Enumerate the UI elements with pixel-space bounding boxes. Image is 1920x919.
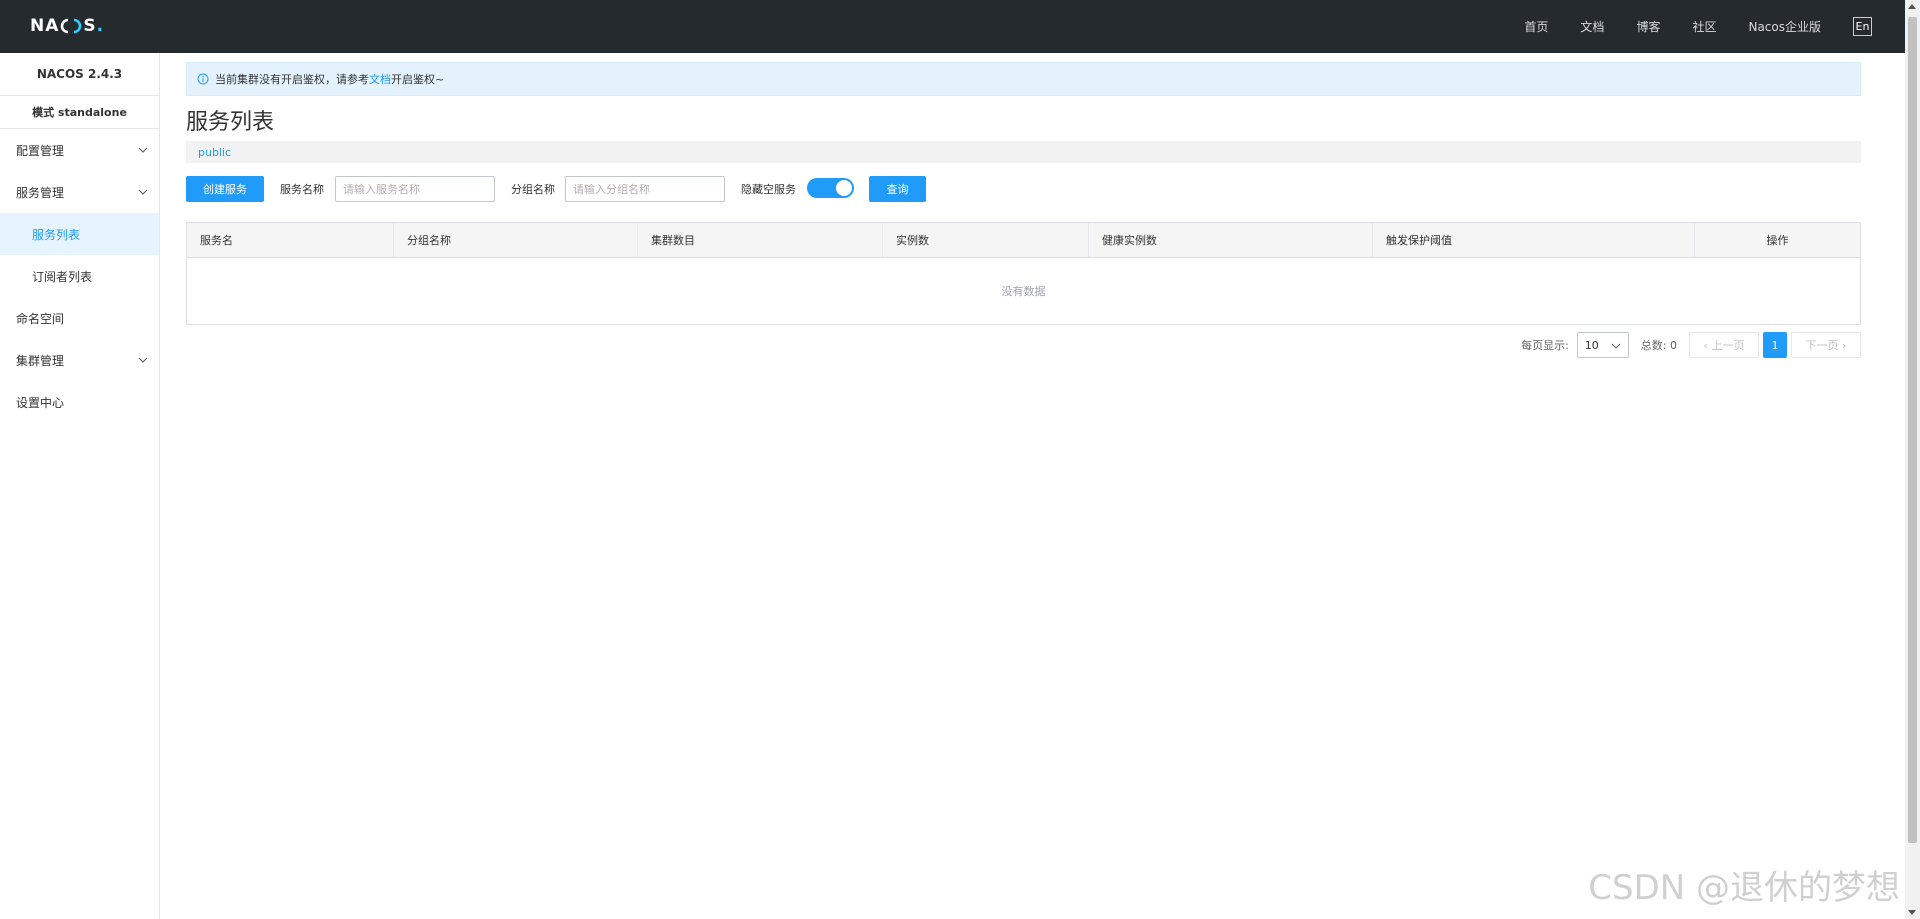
scrollbar-thumb[interactable] [1908, 17, 1917, 843]
sidebar-item-label: 设置中心 [16, 395, 65, 410]
column-header-protect-threshold[interactable]: 触发保护阈值 [1373, 223, 1695, 257]
prev-page-button[interactable]: ‹ 上一页 [1689, 332, 1759, 358]
filter-bar: 创建服务 服务名称 分组名称 隐藏空服务 查询 [186, 176, 1861, 202]
service-table: 服务名 分组名称 集群数目 实例数 健康实例数 触发保护阈值 操作 没有数据 [186, 222, 1861, 325]
scroll-down-arrow-icon[interactable] [1908, 910, 1916, 915]
watermark: CSDN @退休的梦想 [1588, 868, 1900, 908]
chevron-left-icon: ‹ [1703, 338, 1712, 352]
notice-text-suffix: 开启鉴权~ [391, 73, 445, 86]
group-name-input[interactable] [565, 176, 725, 202]
column-header-group-name[interactable]: 分组名称 [394, 223, 638, 257]
per-page-label: 每页显示: [1521, 339, 1569, 352]
language-switch-button[interactable]: En [1853, 17, 1872, 36]
logo-co-mark [61, 18, 82, 34]
pagination: 每页显示: 10 总数: 0 ‹ 上一页 1 下一页 › [1521, 332, 1861, 358]
logo-na: NA [30, 16, 60, 36]
notice-text-prefix: 当前集群没有开启鉴权，请参考 [215, 73, 369, 86]
hide-empty-services-label: 隐藏空服务 [741, 183, 796, 196]
chevron-down-icon [138, 147, 148, 153]
total-count: 总数: 0 [1640, 339, 1677, 352]
scroll-up-arrow-icon[interactable] [1908, 4, 1916, 9]
sidebar-item-config-management[interactable]: 配置管理 [0, 129, 159, 171]
sidebar-item-cluster-management[interactable]: 集群管理 [0, 339, 159, 381]
notice-docs-link[interactable]: 文档 [369, 71, 391, 87]
service-name-input[interactable] [335, 176, 495, 202]
sidebar-mode: 模式 standalone [0, 96, 159, 129]
nav-enterprise[interactable]: Nacos企业版 [1748, 18, 1821, 35]
next-page-button[interactable]: 下一页 › [1791, 332, 1861, 358]
logo-s: S [83, 16, 97, 36]
sidebar-item-subscriber-list[interactable]: 订阅者列表 [0, 255, 159, 297]
next-page-label: 下一页 [1805, 339, 1839, 352]
page-scrollbar[interactable] [1905, 0, 1920, 919]
column-header-healthy-instance-count[interactable]: 健康实例数 [1089, 223, 1373, 257]
auth-notice: 当前集群没有开启鉴权，请参考 文档 开启鉴权~ [186, 62, 1861, 96]
namespace-bar: public [186, 141, 1861, 163]
hide-empty-services-toggle[interactable] [807, 178, 854, 198]
service-name-label: 服务名称 [280, 183, 324, 196]
column-header-actions: 操作 [1766, 234, 1789, 247]
nav-docs[interactable]: 文档 [1580, 18, 1604, 35]
info-icon [197, 73, 209, 85]
sidebar-item-settings-center[interactable]: 设置中心 [0, 381, 159, 423]
nacos-logo[interactable]: NA S. [30, 15, 104, 37]
chevron-down-icon [138, 189, 148, 195]
sidebar-item-label: 命名空间 [16, 311, 65, 326]
prev-page-label: 上一页 [1711, 339, 1745, 352]
toggle-knob [836, 180, 852, 196]
sidebar: NACOS 2.4.3 模式 standalone 配置管理 服务管理 服务列表… [0, 53, 160, 919]
sidebar-item-service-list[interactable]: 服务列表 [0, 213, 159, 255]
table-empty-state: 没有数据 [1001, 285, 1046, 298]
table-header: 服务名 分组名称 集群数目 实例数 健康实例数 触发保护阈值 操作 [187, 223, 1860, 258]
create-service-button[interactable]: 创建服务 [186, 176, 264, 202]
sidebar-item-label: 订阅者列表 [32, 269, 93, 284]
group-name-label: 分组名称 [511, 183, 555, 196]
per-page-value: 10 [1584, 338, 1599, 352]
chevron-down-icon [138, 357, 148, 363]
column-header-instance-count[interactable]: 实例数 [883, 223, 1089, 257]
nav-community[interactable]: 社区 [1692, 18, 1716, 35]
per-page-select[interactable]: 10 [1576, 332, 1629, 358]
namespace-public-link[interactable]: public [198, 146, 231, 159]
sidebar-item-label: 服务管理 [16, 185, 65, 200]
top-nav: 首页 文档 博客 社区 Nacos企业版 En [1492, 0, 1872, 53]
nav-home[interactable]: 首页 [1524, 18, 1548, 35]
column-header-service-name[interactable]: 服务名 [187, 223, 394, 257]
nav-blog[interactable]: 博客 [1636, 18, 1660, 35]
page-number-current[interactable]: 1 [1763, 332, 1787, 358]
sidebar-item-label: 集群管理 [16, 353, 65, 368]
chevron-down-icon [1611, 343, 1621, 349]
sidebar-item-label: 配置管理 [16, 143, 65, 158]
chevron-right-icon: › [1838, 338, 1847, 352]
logo-dot: . [96, 16, 105, 36]
top-header: NA S. 首页 文档 博客 社区 Nacos企业版 En [0, 0, 1920, 53]
page-title: 服务列表 [186, 110, 275, 135]
sidebar-item-label: 服务列表 [32, 227, 81, 242]
sidebar-item-service-management[interactable]: 服务管理 [0, 171, 159, 213]
sidebar-item-namespace[interactable]: 命名空间 [0, 297, 159, 339]
column-header-cluster-count[interactable]: 集群数目 [638, 223, 883, 257]
query-button[interactable]: 查询 [869, 176, 926, 202]
sidebar-version: NACOS 2.4.3 [0, 53, 159, 96]
